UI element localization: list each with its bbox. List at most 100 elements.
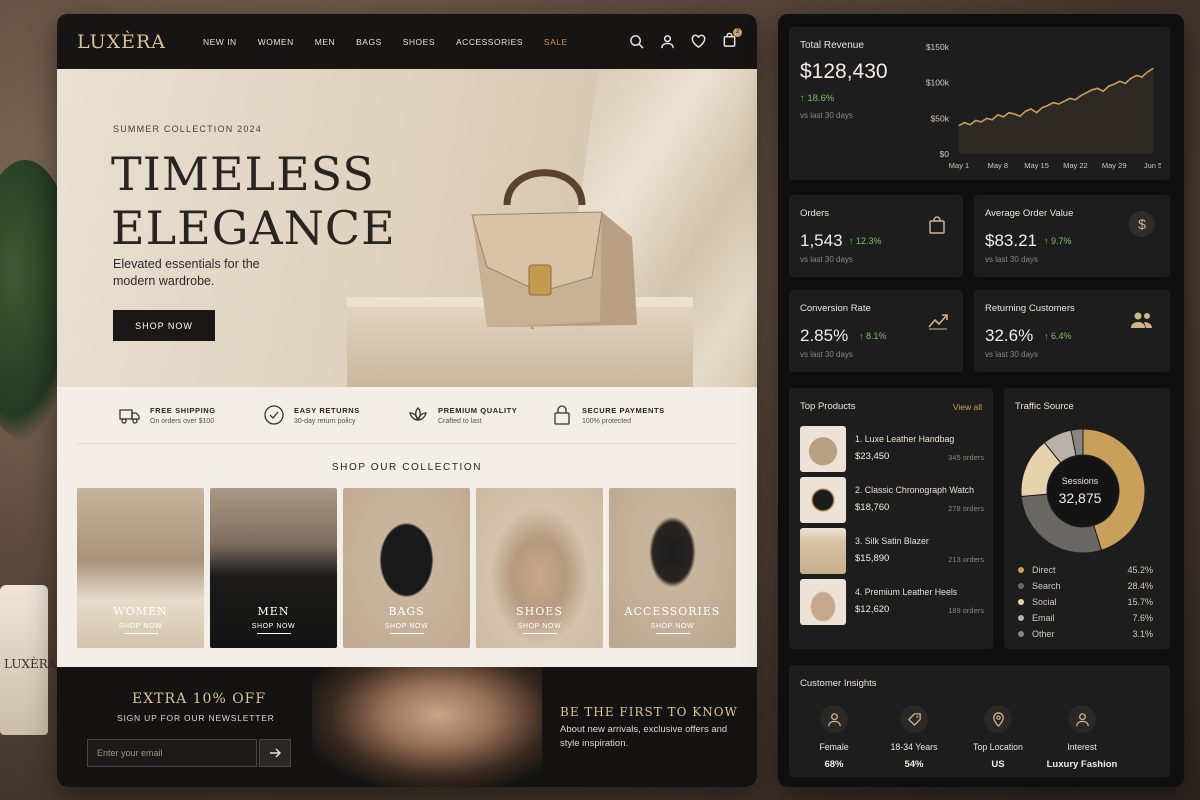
y-tick-label: $150k: [926, 42, 950, 52]
newsletter-right-text: About new arrivals, exclusive offers and…: [560, 724, 728, 749]
email-input[interactable]: Enter your email: [87, 739, 257, 767]
insight-icon-wrap: [984, 705, 1012, 733]
lotus-icon: [409, 407, 427, 422]
category-label: SHOES: [516, 605, 563, 618]
legend-item-email: Email 7.6%: [1018, 613, 1153, 623]
insight-icon-wrap: [1068, 705, 1096, 733]
insight-value: 68%: [824, 759, 844, 770]
category-card-accessories[interactable]: ACCESSORIES SHOP NOW: [609, 488, 736, 648]
revenue-point: [1036, 112, 1038, 114]
wishlist-icon[interactable]: [691, 34, 706, 49]
product-row[interactable]: 1. Luxe Leather Handbag $23,450 345 orde…: [800, 426, 984, 472]
revenue-point: [1108, 85, 1110, 87]
candle-brand: LUXÈRA: [4, 657, 57, 671]
kpi-period: vs last 30 days: [985, 255, 1038, 264]
insight-age: 18-34 Years 54%: [869, 705, 959, 770]
kpi-value: $83.21: [985, 231, 1037, 250]
brand-logo[interactable]: LUXÈRA: [77, 31, 203, 53]
subscribe-button[interactable]: [259, 739, 291, 767]
nav-bags[interactable]: BAGS: [356, 37, 382, 47]
category-label: BAGS: [388, 605, 425, 618]
kpi-average-order-value: Average Order Value $83.21 ↑ 9.7% vs las…: [974, 195, 1170, 277]
revenue-point: [1008, 112, 1010, 114]
product-orders: 213 orders: [948, 555, 984, 564]
nav-sale[interactable]: SALE: [544, 37, 568, 47]
kpi-value: 1,543: [800, 231, 843, 250]
x-tick-label: May 1: [949, 161, 969, 170]
category-label: ACCESSORIES: [624, 605, 721, 618]
legend-label: Email: [1032, 613, 1055, 623]
category-card-men[interactable]: MEN SHOP NOW: [210, 488, 337, 648]
revenue-point: [997, 114, 999, 116]
traffic-source-panel: Traffic Source Sessions 32,875 Direct 45.…: [1004, 388, 1170, 649]
category-shop-now-link[interactable]: SHOP NOW: [609, 623, 736, 634]
legend-label: Social: [1032, 597, 1057, 607]
kpi-period: vs last 30 days: [800, 255, 853, 264]
hero-banner: SUMMER COLLECTION 2024 TIMELESS ELEGANCE…: [57, 69, 757, 387]
feature-premium-quality: PREMIUM QUALITY Crafted to last: [407, 404, 551, 426]
kpi-title: Orders: [800, 208, 830, 219]
search-icon[interactable]: [629, 34, 644, 49]
tag-icon: [907, 712, 921, 726]
product-orders: 189 orders: [948, 606, 984, 615]
revenue-point: [1024, 110, 1027, 112]
cart-button[interactable]: 2: [722, 27, 742, 52]
dollar-icon: $: [1129, 211, 1155, 237]
legend-value: 28.4%: [1127, 581, 1153, 591]
shopping-bag-icon: [929, 216, 945, 234]
insights-title: Customer Insights: [800, 678, 877, 689]
x-tick-label: May 29: [1102, 161, 1127, 170]
product-name: 1. Luxe Leather Handbag: [855, 434, 955, 444]
category-shop-now-link[interactable]: SHOP NOW: [77, 623, 204, 634]
feature-title: PREMIUM QUALITY: [438, 405, 518, 415]
top-navigation: LUXÈRA NEW IN WOMEN MEN BAGS SHOES ACCES…: [57, 14, 757, 69]
feature-title: EASY RETURNS: [294, 405, 360, 415]
top-products-panel: Top Products View all 1. Luxe Leather Ha…: [789, 388, 993, 649]
revenue-point: [963, 122, 966, 124]
product-revenue: $23,450: [855, 451, 890, 462]
category-shop-now-link[interactable]: SHOP NOW: [343, 623, 470, 634]
revenue-point: [1047, 104, 1049, 107]
revenue-point: [1152, 67, 1154, 69]
nav-men[interactable]: MEN: [315, 37, 335, 47]
category-card-women[interactable]: WOMEN SHOP NOW: [77, 488, 204, 648]
view-all-link[interactable]: View all: [953, 402, 982, 412]
revenue-panel: Total Revenue $128,430 ↑ 18.6% vs last 3…: [789, 27, 1170, 180]
kpi-title: Conversion Rate: [800, 303, 871, 314]
category-label: WOMEN: [113, 605, 168, 618]
nav-new-in[interactable]: NEW IN: [203, 37, 237, 47]
product-orders: 345 orders: [948, 453, 984, 462]
nav-accessories[interactable]: ACCESSORIES: [456, 37, 523, 47]
product-thumbnail-handbag: [800, 426, 846, 472]
product-name: 4. Premium Leather Heels: [855, 587, 958, 597]
kpi-change: ↑ 9.7%: [1044, 236, 1072, 246]
x-tick-label: May 8: [988, 161, 1008, 170]
kpi-returning-customers: Returning Customers 32.6% ↑ 6.4% vs last…: [974, 290, 1170, 372]
legend-swatch: [1018, 567, 1024, 573]
revenue-point: [1019, 115, 1021, 117]
newsletter-subtitle: SIGN UP FOR OUR NEWSLETTER: [117, 713, 275, 723]
category-shop-now-link[interactable]: SHOP NOW: [476, 623, 603, 634]
product-row[interactable]: 3. Silk Satin Blazer $15,890 213 orders: [800, 528, 984, 574]
category-card-bags[interactable]: BAGS SHOP NOW: [343, 488, 470, 648]
nav-shoes[interactable]: SHOES: [403, 37, 435, 47]
category-card-shoes[interactable]: SHOES SHOP NOW: [476, 488, 603, 648]
kpi-conversion-rate: Conversion Rate 2.85% ↑ 8.1% vs last 30 …: [789, 290, 963, 372]
product-row[interactable]: 2. Classic Chronograph Watch $18,760 278…: [800, 477, 984, 523]
feature-subtitle: Crafted to last: [438, 417, 482, 425]
x-tick-label: May 15: [1024, 161, 1049, 170]
revenue-point: [1124, 82, 1126, 84]
newsletter-section: EXTRA 10% OFF SIGN UP FOR OUR NEWSLETTER…: [57, 667, 757, 787]
legend-value: 15.7%: [1127, 597, 1153, 607]
shop-now-button[interactable]: SHOP NOW: [113, 310, 215, 341]
category-label: MEN: [257, 605, 290, 618]
revenue-point: [1002, 116, 1004, 118]
product-row[interactable]: 4. Premium Leather Heels $12,620 189 ord…: [800, 579, 984, 625]
account-icon[interactable]: [660, 34, 675, 49]
nav-women[interactable]: WOMEN: [258, 37, 294, 47]
revenue-point: [1080, 94, 1082, 97]
revenue-point: [1141, 76, 1143, 78]
category-shop-now-link[interactable]: SHOP NOW: [210, 623, 337, 634]
legend-item-search: Search 28.4%: [1018, 581, 1153, 591]
nav-actions: 2: [629, 27, 742, 52]
